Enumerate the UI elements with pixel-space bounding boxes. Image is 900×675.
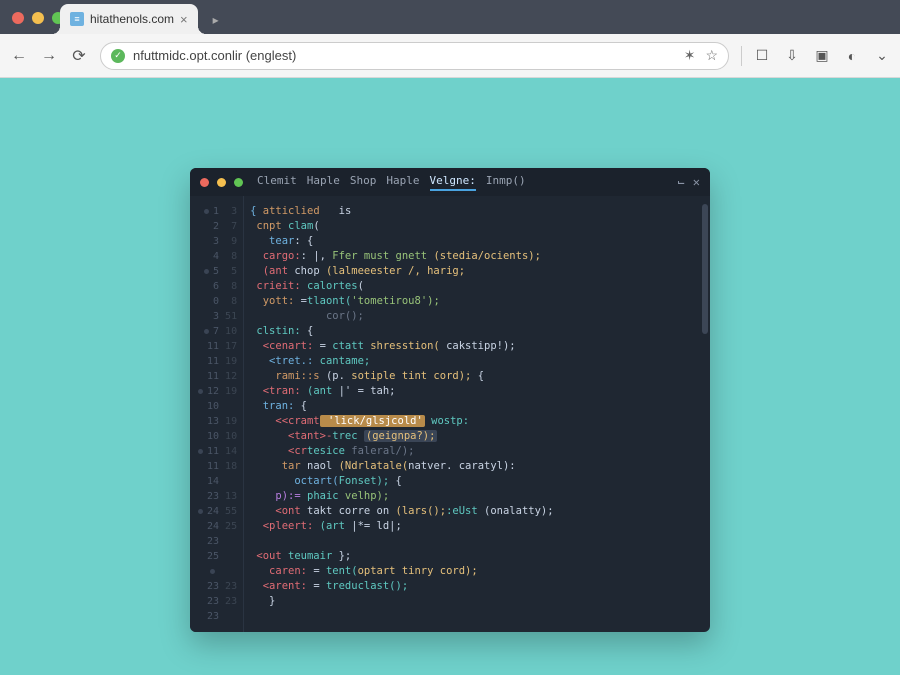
code-line[interactable]: cargo:: |, Ffer must gnett (stedia/ocien… bbox=[250, 249, 704, 264]
address-bar[interactable]: ✓ nfuttmidc.opt.conlir (englest) ✶ ☆ bbox=[100, 42, 729, 70]
forward-button[interactable]: → bbox=[40, 47, 58, 65]
editor-titlebar: Clemit Haple Shop Haple Velgne: Inmp() ⌙… bbox=[190, 168, 710, 196]
window-traffic-lights bbox=[12, 12, 64, 24]
code-line[interactable]: octart(Fonset); { bbox=[250, 474, 704, 489]
line-gutter-primary: 1234560371111111210131011111423242423252… bbox=[190, 196, 223, 632]
editor-menu: Clemit Haple Shop Haple Velgne: Inmp() bbox=[257, 174, 526, 191]
menu-item[interactable]: Haple bbox=[307, 174, 340, 191]
code-line[interactable]: <out teumair }; bbox=[250, 549, 704, 564]
code-line[interactable]: tran: { bbox=[250, 399, 704, 414]
mic-icon[interactable]: ⌄ bbox=[874, 47, 890, 64]
code-area[interactable]: { atticlied is cnpt clam( tear: { cargo:… bbox=[244, 196, 710, 632]
briefcase-icon[interactable]: ▣ bbox=[814, 47, 830, 64]
scrollbar[interactable] bbox=[702, 204, 708, 624]
close-icon[interactable]: ✕ bbox=[693, 175, 700, 189]
code-line[interactable]: cor(); bbox=[250, 309, 704, 324]
code-line[interactable]: yott: =tlaont('tometirou8'); bbox=[250, 294, 704, 309]
reload-button[interactable]: ⟳ bbox=[70, 47, 88, 65]
minimize-window-icon[interactable] bbox=[32, 12, 44, 24]
new-tab-button[interactable]: ▸ bbox=[208, 12, 224, 28]
menu-item-active[interactable]: Velgne: bbox=[430, 174, 476, 191]
back-button[interactable]: ← bbox=[10, 47, 28, 65]
code-line[interactable]: <tant>-trec (geignpa?); bbox=[250, 429, 704, 444]
code-line[interactable]: p):= phaic velhp); bbox=[250, 489, 704, 504]
code-line[interactable]: tar naol (Ndrlatale(natver. caratyl): bbox=[250, 459, 704, 474]
code-line[interactable]: crieit: calortes( bbox=[250, 279, 704, 294]
scrollbar-thumb[interactable] bbox=[702, 204, 708, 334]
menu-item[interactable]: Inmp() bbox=[486, 174, 526, 191]
browser-chrome: ≡ hitathenols.com × ▸ ← → ⟳ ✓ nfuttmidc.… bbox=[0, 0, 900, 78]
code-line[interactable]: <ont takt corre on (lars();:eUst (onalat… bbox=[250, 504, 704, 519]
user-icon[interactable]: ☐ bbox=[754, 47, 770, 64]
code-line[interactable]: caren: = tent(optart tinry cord); bbox=[250, 564, 704, 579]
code-line[interactable]: <arent: = treduclast(); bbox=[250, 579, 704, 594]
editor-close-icon[interactable] bbox=[200, 178, 209, 187]
line-gutter-secondary: 3798588511017191219191014181355252323 bbox=[223, 196, 244, 632]
menu-item[interactable]: Shop bbox=[350, 174, 377, 191]
editor-body: 1234560371111111210131011111423242423252… bbox=[190, 196, 710, 632]
browser-tab[interactable]: ≡ hitathenols.com × bbox=[60, 4, 198, 34]
code-line[interactable]: <tran: (ant |' = tah; bbox=[250, 384, 704, 399]
menu-item[interactable]: Clemit bbox=[257, 174, 297, 191]
divider bbox=[741, 46, 742, 66]
toolbar-extensions: ☐ ⇩ ▣ ◐ ⌄ bbox=[754, 47, 890, 64]
menu-item[interactable]: Haple bbox=[386, 174, 419, 191]
secure-icon: ✓ bbox=[111, 49, 125, 63]
code-editor-window: Clemit Haple Shop Haple Velgne: Inmp() ⌙… bbox=[190, 168, 710, 632]
editor-maximize-icon[interactable] bbox=[234, 178, 243, 187]
url-text: nfuttmidc.opt.conlir (englest) bbox=[133, 48, 296, 63]
translate-icon[interactable]: ✶ bbox=[684, 47, 696, 64]
code-line[interactable]: } bbox=[250, 594, 704, 609]
circle-icon[interactable]: ◐ bbox=[844, 48, 860, 64]
browser-toolbar: ← → ⟳ ✓ nfuttmidc.opt.conlir (englest) ✶… bbox=[0, 34, 900, 78]
tab-strip: ≡ hitathenols.com × ▸ bbox=[60, 0, 224, 34]
code-line[interactable]: { atticlied is bbox=[250, 204, 704, 219]
code-line[interactable] bbox=[250, 534, 704, 549]
code-line[interactable]: <pleert: (art |*= ld|; bbox=[250, 519, 704, 534]
code-line[interactable]: clstin: { bbox=[250, 324, 704, 339]
download-icon[interactable]: ⇩ bbox=[784, 47, 800, 64]
close-window-icon[interactable] bbox=[12, 12, 24, 24]
editor-traffic-lights bbox=[200, 178, 243, 187]
code-line[interactable]: <<cramt 'lick/glsjcold' wostp: bbox=[250, 414, 704, 429]
editor-window-controls: ⌙ ✕ bbox=[678, 175, 700, 189]
code-line[interactable]: cnpt clam( bbox=[250, 219, 704, 234]
code-line[interactable]: rami::s (p. sotiple tint cord); { bbox=[250, 369, 704, 384]
code-line[interactable]: (ant chop (lalmeeester /, harig; bbox=[250, 264, 704, 279]
tab-title: hitathenols.com bbox=[90, 12, 174, 26]
page-content: Clemit Haple Shop Haple Velgne: Inmp() ⌙… bbox=[0, 78, 900, 675]
code-line[interactable]: <cenart: = ctatt shresstion( cakstipp!); bbox=[250, 339, 704, 354]
favicon-icon: ≡ bbox=[70, 12, 84, 26]
close-tab-icon[interactable]: × bbox=[180, 13, 188, 26]
code-line[interactable]: <crtesice faleral/); bbox=[250, 444, 704, 459]
editor-minimize-icon[interactable] bbox=[217, 178, 226, 187]
popout-icon[interactable]: ⌙ bbox=[678, 175, 685, 189]
code-line[interactable]: tear: { bbox=[250, 234, 704, 249]
code-line[interactable]: <tret.: cantame; bbox=[250, 354, 704, 369]
bookmark-icon[interactable]: ☆ bbox=[705, 47, 718, 64]
